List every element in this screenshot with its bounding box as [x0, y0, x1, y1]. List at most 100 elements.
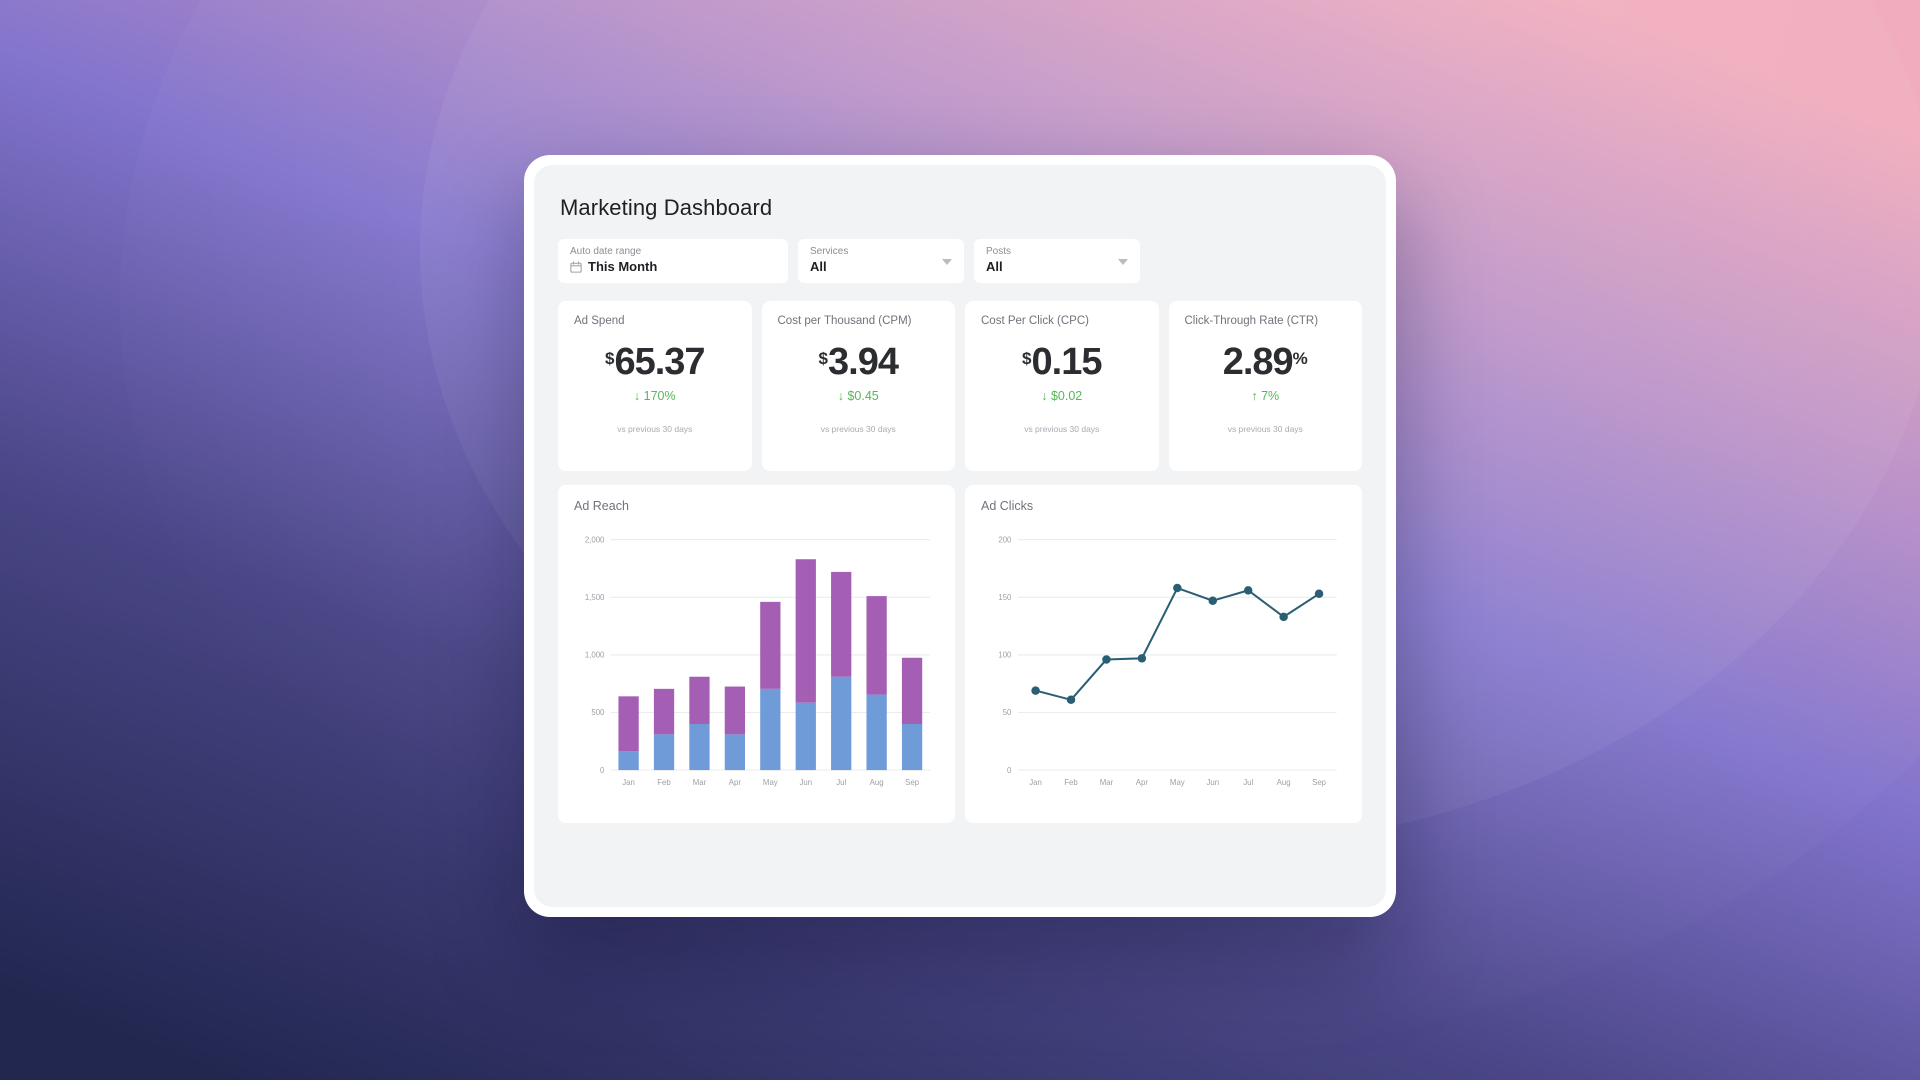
bar-segment: [795, 702, 816, 771]
data-point-marker: [1137, 654, 1147, 663]
kpi-value: 65.37: [614, 341, 705, 383]
y-axis-tick-label: 2,000: [585, 535, 605, 544]
kpi-value-group: $3.94: [818, 341, 899, 383]
x-axis-tick-label: Jan: [622, 778, 635, 787]
filter-label: Services: [810, 246, 849, 257]
chevron-down-icon[interactable]: [1118, 259, 1128, 265]
y-axis-tick-label: 1,500: [585, 593, 605, 602]
page-title: Marketing Dashboard: [560, 195, 773, 220]
chart-plot: 0 50 100 150 200 Jan Feb Mar Apr May Jun Jul Aug Sep: [998, 535, 1337, 787]
kpi-delta: ↓ 170%: [633, 389, 676, 403]
kpi-footer: vs previous 30 days: [617, 424, 693, 434]
kpi-value: 3.94: [828, 341, 899, 383]
bar-segment: [724, 734, 746, 771]
dashboard-window: Marketing Dashboard Auto date range This …: [524, 155, 1396, 917]
filter-posts[interactable]: Posts All: [974, 239, 1140, 283]
chart-title: Ad Reach: [574, 499, 629, 513]
bar-segment: [689, 723, 710, 771]
filter-services[interactable]: Services All: [798, 239, 964, 283]
y-axis-tick-label: 100: [998, 651, 1012, 660]
kpi-delta: ↑ 7%: [1251, 389, 1280, 403]
bar-segment: [901, 723, 923, 771]
chevron-down-icon[interactable]: [942, 259, 952, 265]
chart-card-ad-clicks: Ad Clicks 0 50 100 150 200 Jan Feb Mar Apr May Jun J…: [965, 485, 1362, 823]
x-axis-tick-label: May: [763, 778, 778, 787]
kpi-prefix: $: [604, 349, 615, 368]
kpi-prefix: $: [818, 349, 828, 368]
x-axis-tick-label: Sep: [905, 778, 920, 787]
bar-segment: [866, 596, 887, 695]
chart-card-ad-reach: Ad Reach 0 500 1,000 1,500 2,000 Jan Feb Mar Apr M…: [558, 485, 955, 823]
bar-segment: [831, 676, 852, 771]
filter-value-text: All: [986, 259, 1003, 274]
bar-segment: [689, 676, 710, 724]
filter-date-range[interactable]: Auto date range This Month: [558, 239, 788, 283]
data-point-marker: [1102, 655, 1111, 664]
bar-segment: [653, 688, 675, 735]
kpi-delta: ↓ $0.45: [837, 389, 879, 403]
filter-value: This Month: [570, 259, 776, 274]
x-axis-tick-label: Apr: [1136, 778, 1149, 787]
kpi-value-group: $0.15: [1022, 343, 1102, 381]
bar-segment: [760, 688, 781, 771]
chart-title: Ad Clicks: [981, 499, 1034, 513]
filter-label: Posts: [986, 246, 1012, 257]
data-point-marker: [1066, 695, 1076, 705]
y-axis-tick-label: 200: [998, 535, 1012, 544]
x-axis-tick-label: Sep: [1312, 778, 1327, 787]
x-axis-tick-label: Aug: [1277, 778, 1291, 787]
x-axis-tick-label: Feb: [1064, 778, 1078, 787]
kpi-value-group: 2.89%: [1223, 343, 1308, 381]
kpi-footer: vs previous 30 days: [820, 424, 896, 434]
kpi-footer: vs previous 30 days: [1227, 424, 1303, 434]
kpi-title: Cost Per Click (CPC): [981, 315, 1089, 327]
x-axis-tick-label: Jan: [1029, 778, 1042, 787]
bar-segment: [724, 686, 746, 735]
y-axis-tick-label: 0: [1007, 766, 1012, 775]
bar-segment: [653, 734, 675, 771]
data-point-marker: [1031, 686, 1040, 695]
kpi-title: Cost per Thousand (CPM): [777, 315, 912, 327]
filter-label: Auto date range: [570, 246, 642, 257]
filter-value: All: [986, 259, 1128, 274]
x-axis-tick-label: May: [1170, 778, 1185, 787]
kpi-card: Click-Through Rate (CTR) 2.89% ↑ 7% vs prev…: [1168, 301, 1362, 471]
x-axis-tick-label: Mar: [693, 778, 707, 787]
bar-segment: [618, 696, 639, 752]
dashboard-surface: Marketing Dashboard Auto date range This …: [534, 165, 1386, 907]
bar-segment: [866, 694, 887, 771]
y-axis-tick-label: 1,000: [585, 651, 605, 660]
x-axis-tick-label: Feb: [657, 778, 671, 787]
chart-row: Ad Reach 0 500 1,000 1,500 2,000 Jan Feb Mar Apr M…: [558, 485, 1362, 823]
y-axis-tick-label: 50: [1003, 708, 1012, 717]
x-axis-tick-label: Aug: [870, 778, 884, 787]
kpi-row: Ad Spend $65.37 ↓ 170% vs previous 30 days C…: [558, 301, 1362, 471]
filter-value-text: All: [810, 259, 827, 274]
data-point-marker: [1208, 596, 1218, 605]
x-axis-tick-label: Jun: [1206, 778, 1219, 787]
y-axis-tick-label: 0: [600, 766, 605, 775]
kpi-prefix: $: [1022, 349, 1032, 368]
kpi-card: Cost per Thousand (CPM) $3.94 ↓ $0.45 vs pr…: [761, 301, 955, 471]
chart-plot: 0 500 1,000 1,500 2,000 Jan Feb Mar Apr May Jun Jul…: [585, 535, 930, 787]
filter-value: All: [810, 259, 952, 274]
bar-segment: [760, 601, 781, 689]
data-point-marker: [1314, 589, 1324, 599]
y-axis-tick-label: 150: [998, 593, 1012, 602]
kpi-card: Cost Per Click (CPC) $0.15 ↓ $0.02 vs previ…: [965, 301, 1159, 471]
bar-segment: [831, 571, 852, 677]
bar-segment: [901, 657, 923, 724]
kpi-title: Ad Spend: [574, 315, 625, 327]
kpi-suffix: %: [1292, 349, 1308, 368]
kpi-value-group: $65.37: [604, 341, 706, 383]
kpi-footer: vs previous 30 days: [1024, 424, 1100, 434]
kpi-title: Click-Through Rate (CTR): [1184, 315, 1319, 327]
bar-segment: [618, 751, 639, 771]
x-axis-tick-label: Mar: [1100, 778, 1114, 787]
y-axis-tick-label: 500: [591, 708, 605, 717]
x-axis-tick-label: Jul: [836, 778, 846, 787]
kpi-delta: ↓ $0.02: [1041, 389, 1083, 403]
line-series: [1034, 587, 1321, 701]
kpi-value: 2.89: [1222, 341, 1294, 383]
x-axis-tick-label: Jul: [1243, 778, 1253, 787]
